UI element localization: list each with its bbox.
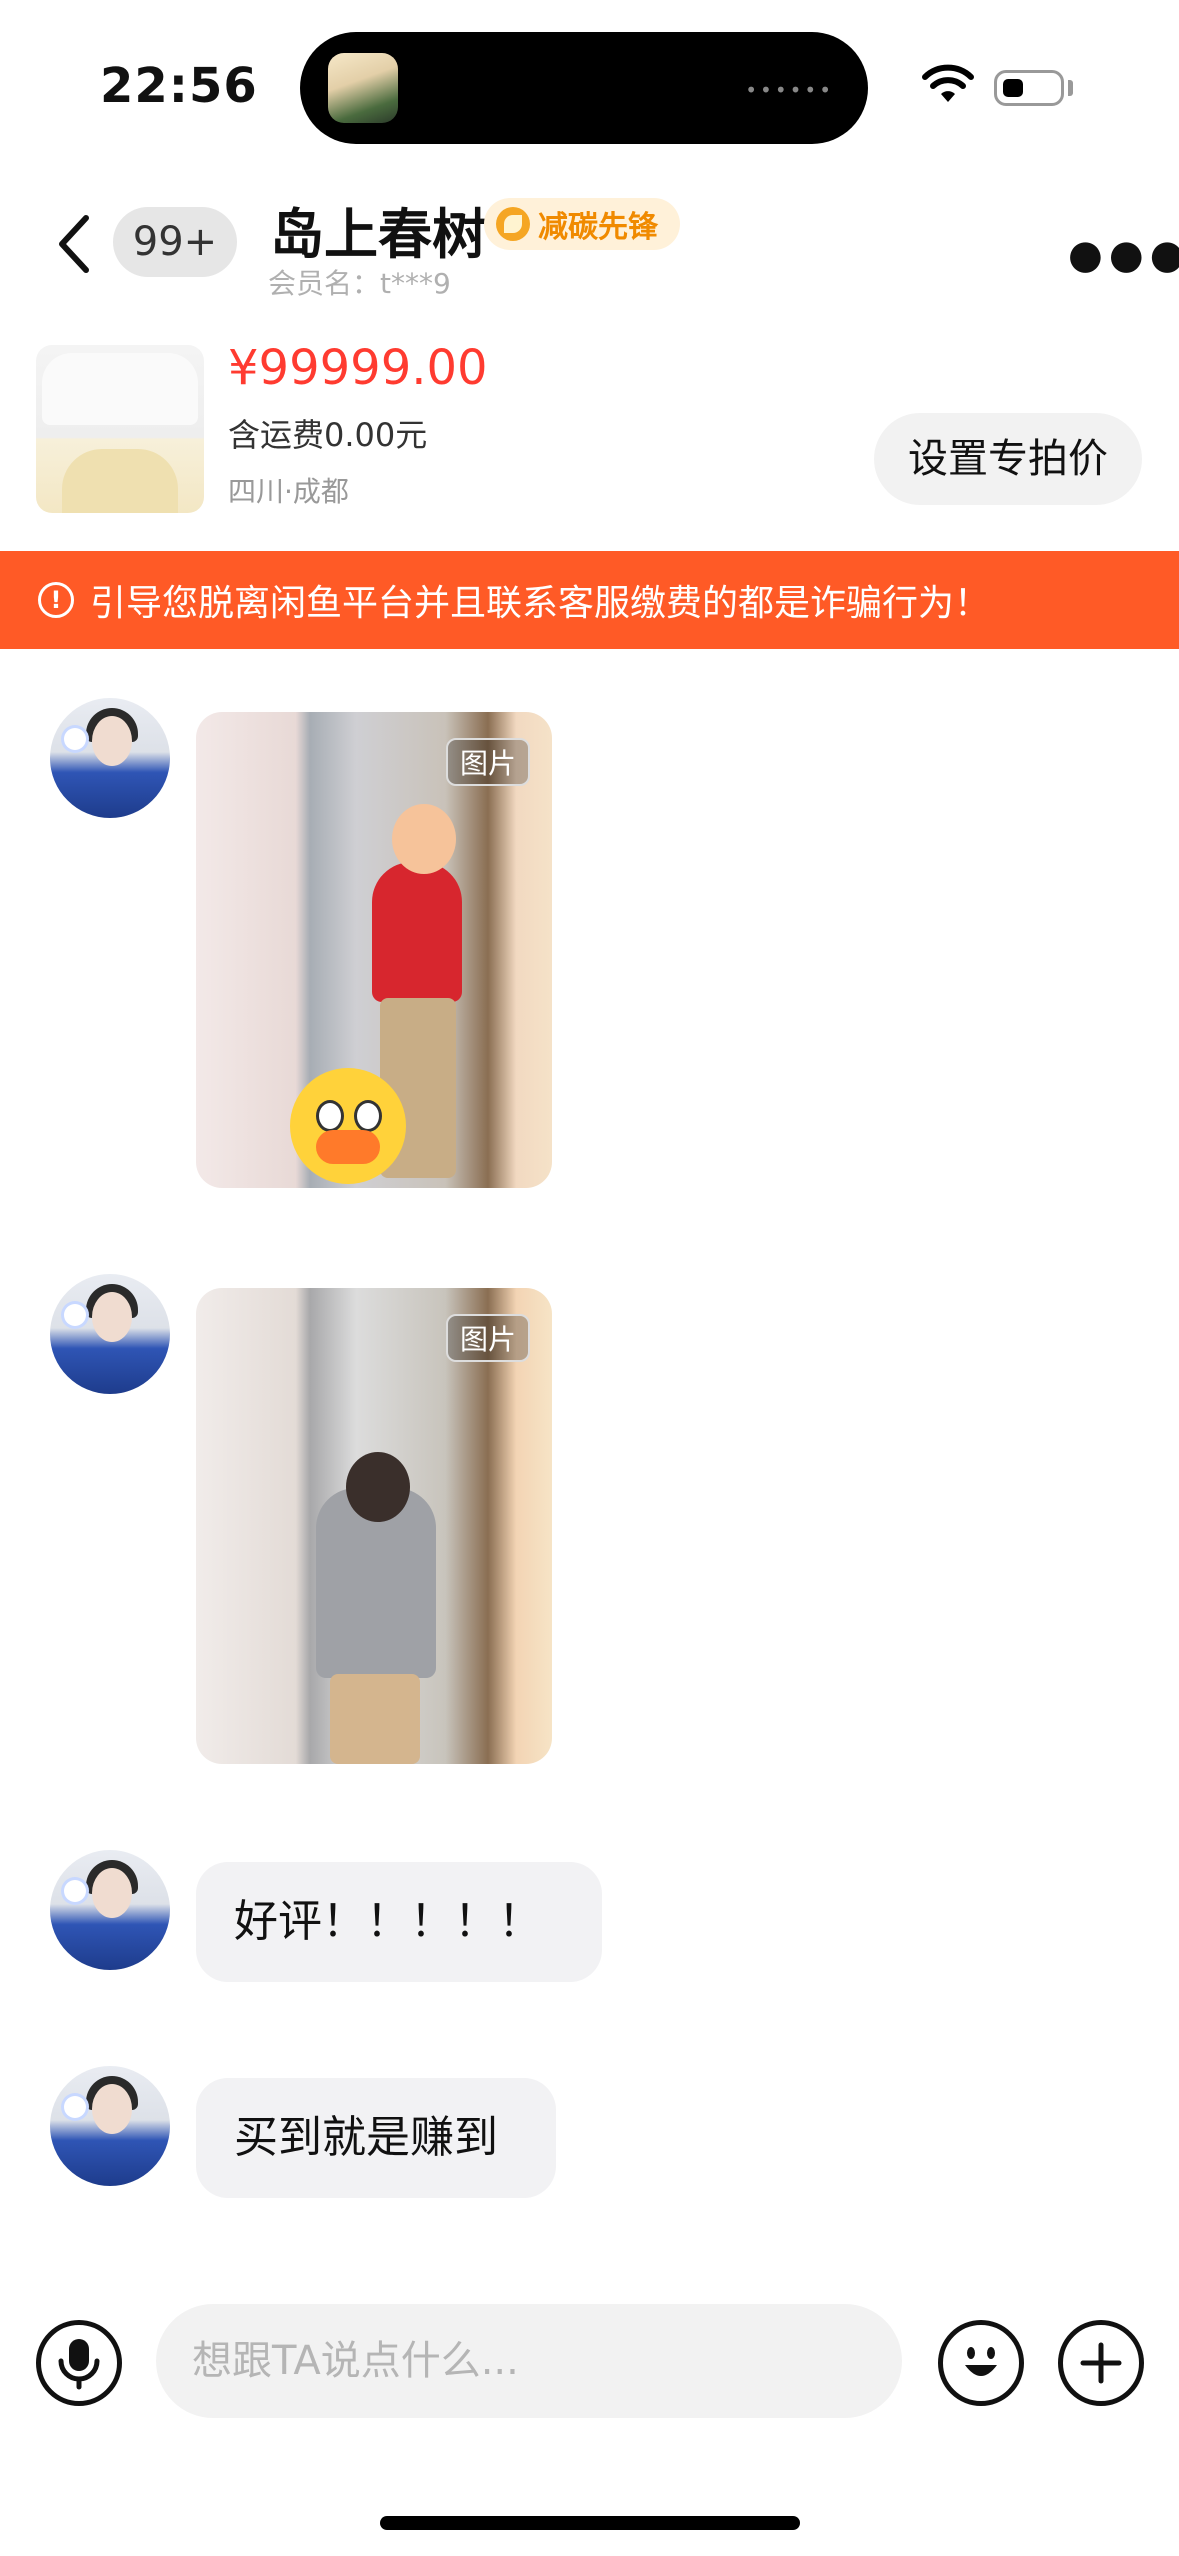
text-message[interactable]: 买到就是赚到 — [196, 2078, 556, 2198]
microphone-icon[interactable] — [36, 2320, 122, 2406]
emoji-icon[interactable] — [938, 2320, 1024, 2406]
duck-sticker — [290, 1068, 406, 1184]
alert-icon: ! — [38, 582, 74, 618]
image-message[interactable]: 图片 — [196, 712, 552, 1188]
sender-avatar[interactable] — [50, 698, 170, 818]
sender-avatar[interactable] — [50, 2066, 170, 2186]
chat-title[interactable]: 岛上春树 — [270, 190, 486, 269]
fraud-warning-banner: ! 引导您脱离闲鱼平台并且联系客服缴费的都是诈骗行为！ — [0, 551, 1179, 649]
plus-icon[interactable] — [1058, 2320, 1144, 2406]
eco-badge-label: 减碳先锋 — [538, 210, 658, 245]
photo-person — [372, 862, 462, 1002]
member-name: 会员名：t***9 — [268, 267, 451, 300]
more-icon[interactable]: ●●● — [1068, 232, 1179, 278]
island-app-icon — [328, 53, 398, 123]
photo-face — [346, 1452, 410, 1522]
product-thumbnail-top — [42, 353, 198, 425]
unread-count-badge[interactable]: 99+ — [113, 207, 237, 277]
text-message[interactable]: 好评！！！！！ — [196, 1862, 602, 1982]
wifi-icon — [922, 64, 974, 102]
product-thumbnail[interactable] — [36, 345, 204, 513]
product-price: ¥99999.00 — [228, 340, 488, 396]
dynamic-island: •••••• — [300, 32, 868, 144]
photo-face — [392, 804, 456, 874]
leaf-icon — [496, 207, 530, 241]
product-thumbnail-bottom — [62, 449, 178, 513]
warning-text: 引导您脱离闲鱼平台并且联系客服缴费的都是诈骗行为！ — [90, 583, 991, 624]
home-indicator — [380, 2516, 800, 2530]
product-location: 四川·成都 — [228, 475, 349, 508]
sender-avatar[interactable] — [50, 1850, 170, 1970]
battery-nub — [1068, 80, 1073, 96]
sender-avatar[interactable] — [50, 1274, 170, 1394]
image-tag: 图片 — [445, 738, 530, 786]
photo-legs — [330, 1674, 420, 1764]
battery-level — [1003, 79, 1023, 97]
image-tag: 图片 — [445, 1314, 530, 1362]
set-special-price-button[interactable]: 设置专拍价 — [874, 413, 1142, 505]
status-time: 22:56 — [100, 58, 258, 114]
image-message[interactable]: 图片 — [196, 1288, 552, 1764]
island-dots-icon: •••••• — [745, 78, 834, 102]
product-shipping: 含运费0.00元 — [228, 416, 428, 454]
battery-icon — [994, 70, 1064, 106]
back-icon[interactable] — [46, 208, 106, 280]
eco-badge[interactable]: 减碳先锋 — [484, 198, 680, 250]
message-input[interactable] — [156, 2304, 902, 2418]
